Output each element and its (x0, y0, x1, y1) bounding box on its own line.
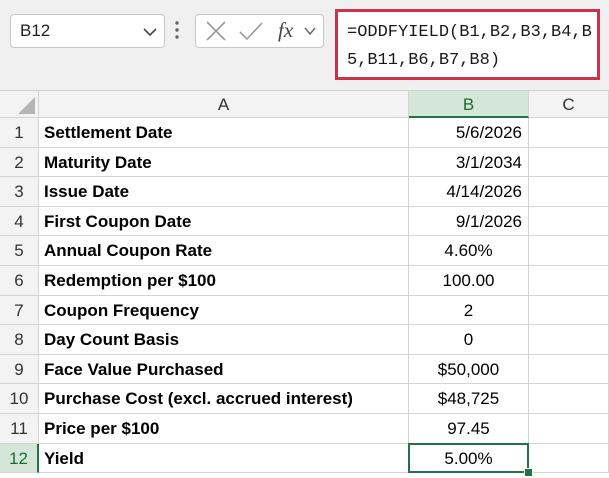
cell-a6[interactable]: Redemption per $100 (39, 266, 409, 296)
formula-text: =ODDFYIELD(B1,B2,B3,B4,B5,B11,B6,B7,B8) (347, 23, 592, 70)
row-header-11[interactable]: 11 (0, 414, 39, 444)
cell-b5[interactable]: 4.60% (409, 236, 529, 266)
cancel-icon[interactable] (202, 15, 230, 47)
cell-a5[interactable]: Annual Coupon Rate (39, 236, 409, 266)
cell-a8[interactable]: Day Count Basis (39, 325, 409, 355)
cell-b6[interactable]: 100.00 (409, 266, 529, 296)
cell-c10[interactable] (529, 384, 609, 414)
select-all-triangle-icon (18, 97, 35, 114)
cell-a9[interactable]: Face Value Purchased (39, 354, 409, 385)
formula-bar-area: B12 fx =ODDFYIELD(B1,B2,B3,B4,B5,B11,B6,… (0, 0, 609, 91)
cell-b10[interactable]: $48,725 (409, 384, 529, 414)
column-header-a[interactable]: A (39, 91, 409, 118)
row-header-8[interactable]: 8 (0, 325, 39, 355)
cell-b12[interactable]: 5.00% (409, 443, 529, 474)
cell-a12[interactable]: Yield (39, 443, 409, 474)
row-header-3[interactable]: 3 (0, 177, 39, 207)
cell-b11[interactable]: 97.45 (409, 414, 529, 444)
cell-c9[interactable] (529, 354, 609, 385)
cell-a10[interactable]: Purchase Cost (excl. accrued interest) (39, 384, 409, 414)
cell-c6[interactable] (529, 266, 609, 296)
cell-b9[interactable]: $50,000 (409, 354, 529, 385)
column-header-c[interactable]: C (529, 91, 609, 118)
name-box[interactable]: B12 (10, 14, 165, 48)
row-header-2[interactable]: 2 (0, 147, 39, 178)
cell-a3[interactable]: Issue Date (39, 177, 409, 207)
cell-b2[interactable]: 3/1/2034 (409, 147, 529, 178)
insert-function-icon[interactable]: fx (278, 18, 293, 43)
chevron-down-icon[interactable] (142, 24, 158, 40)
cell-c7[interactable] (529, 295, 609, 326)
row-header-4[interactable]: 4 (0, 206, 39, 237)
cell-c3[interactable] (529, 177, 609, 207)
name-box-value: B12 (20, 21, 51, 40)
formula-buttons: fx (195, 14, 324, 48)
cell-a11[interactable]: Price per $100 (39, 414, 409, 444)
cell-b7[interactable]: 2 (409, 295, 529, 326)
cell-b4[interactable]: 9/1/2026 (409, 206, 529, 237)
cell-b8[interactable]: 0 (409, 325, 529, 355)
row-header-10[interactable]: 10 (0, 384, 39, 414)
fill-handle[interactable] (524, 468, 533, 477)
enter-check-icon[interactable] (236, 15, 266, 47)
row-header-12[interactable]: 12 (0, 443, 39, 474)
cell-a7[interactable]: Coupon Frequency (39, 295, 409, 326)
row-header-9[interactable]: 9 (0, 354, 39, 385)
formula-input[interactable]: =ODDFYIELD(B1,B2,B3,B4,B5,B11,B6,B7,B8) (335, 9, 600, 80)
row-header-7[interactable]: 7 (0, 295, 39, 326)
more-options-icon[interactable] (174, 19, 180, 41)
row-header-6[interactable]: 6 (0, 266, 39, 296)
cell-c8[interactable] (529, 325, 609, 355)
cell-c11[interactable] (529, 414, 609, 444)
row-header-1[interactable]: 1 (0, 118, 39, 148)
cell-c4[interactable] (529, 206, 609, 237)
cell-c2[interactable] (529, 147, 609, 178)
cell-c12[interactable] (529, 443, 609, 474)
select-all-corner[interactable] (0, 91, 39, 118)
column-header-b[interactable]: B (409, 91, 529, 118)
cell-b3[interactable]: 4/14/2026 (409, 177, 529, 207)
cell-a2[interactable]: Maturity Date (39, 147, 409, 178)
cell-a1[interactable]: Settlement Date (39, 118, 409, 148)
cell-b1[interactable]: 5/6/2026 (409, 118, 529, 148)
cell-a4[interactable]: First Coupon Date (39, 206, 409, 237)
chevron-down-icon[interactable] (303, 24, 317, 38)
row-header-5[interactable]: 5 (0, 236, 39, 266)
cell-c1[interactable] (529, 118, 609, 148)
cell-c5[interactable] (529, 236, 609, 266)
